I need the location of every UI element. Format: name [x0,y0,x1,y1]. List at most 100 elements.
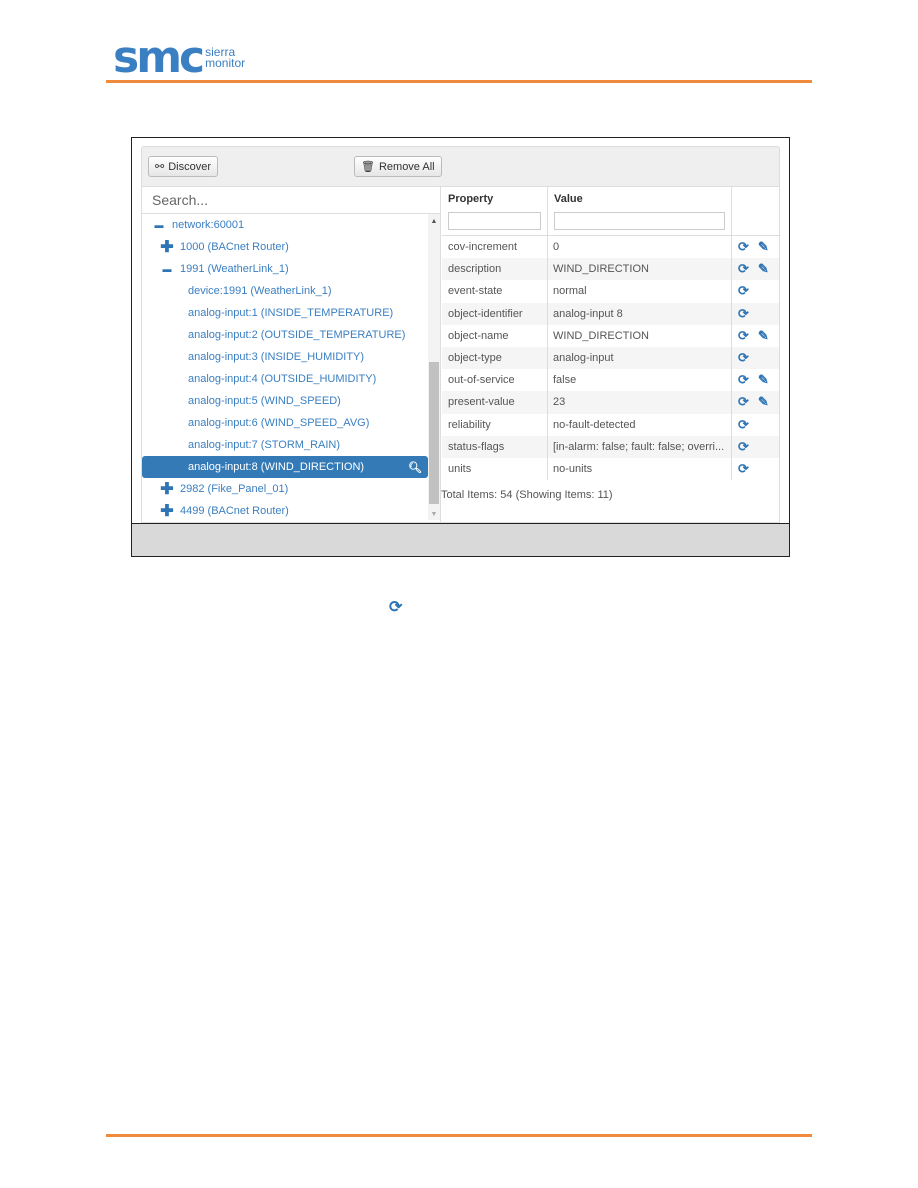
property-cell: reliability [442,413,548,436]
value-cell: normal [548,280,732,303]
table-row: units no-units ⟳ [442,457,779,481]
tree-item[interactable]: ✚ 4499 (BACnet Router) [142,500,428,522]
pencil-icon[interactable]: ✎ [758,239,769,255]
property-cell: status-flags [442,435,548,458]
value-cell: 23 [548,391,732,414]
refresh-icon[interactable]: ⟳ [738,261,749,277]
value-cell: WIND_DIRECTION [548,258,732,281]
value-cell: no-fault-detected [548,413,732,436]
expand-icon[interactable]: ✚ [160,479,174,499]
property-cell: object-type [442,346,548,370]
table-row: event-state normal ⟳ [442,280,779,303]
pencil-icon[interactable]: ✎ [758,394,769,410]
discover-button[interactable]: ⚯ Discover [148,156,219,177]
tree-item-label: 1991 (WeatherLink_1) [180,263,289,275]
property-cell: cov-increment [442,236,548,259]
table-row: description WIND_DIRECTION ⟳ ✎ [442,258,779,281]
screenshot-frame: ⚯ Discover 🗑 Remove All Search... ▬ network… [131,137,790,557]
footer-rule [106,1134,812,1137]
pencil-icon[interactable]: ✎ [758,261,769,277]
table-row: object-identifier analog-input 8 ⟳ [442,302,779,325]
tree-item-label: analog-input:4 (OUTSIDE_HUMIDITY) [188,373,377,385]
property-cell: out-of-service [442,369,548,392]
property-cell: event-state [442,280,548,303]
property-cell: present-value [442,391,548,414]
refresh-icon[interactable]: ⟳ [738,306,749,322]
property-cell: units [442,457,548,481]
property-cell: description [442,258,548,281]
tree-item[interactable]: ▬ 1991 (WeatherLink_1) [142,258,428,280]
tree-item[interactable]: analog-input:6 (WIND_SPEED_AVG) [142,412,428,434]
refresh-icon[interactable]: ⟳ [738,328,749,344]
tree-item[interactable]: device:1991 (WeatherLink_1) [142,280,428,302]
tree-item[interactable]: analog-input:3 (INSIDE_HUMIDITY) [142,346,428,368]
refresh-icon[interactable]: ⟳ [738,350,749,366]
property-cell: object-name [442,324,548,347]
refresh-icon[interactable]: ⟳ [738,461,749,477]
table-row: cov-increment 0 ⟳ ✎ [442,236,779,259]
expand-icon[interactable]: ✚ [160,237,174,257]
refresh-icon[interactable]: ⟳ [738,394,749,410]
toolbar: ⚯ Discover 🗑 Remove All [141,146,780,186]
scrollbar-thumb[interactable] [429,362,439,504]
total-items: Total Items: 54 (Showing Items: 11) [441,489,613,502]
remove-all-button[interactable]: 🗑 Remove All [354,156,442,177]
smc-logo: smc sierra monitor [113,32,246,83]
expand-icon[interactable]: ✚ [160,501,174,521]
device-tree: Search... ▬ network:60001 ✚ 1000 (BACnet Ro… [142,187,441,522]
tree-item-label: 2982 (Fike_Panel_01) [180,483,289,495]
tree-item[interactable]: analog-input:1 (INSIDE_TEMPERATURE) [142,302,428,324]
search-input[interactable]: Search... [142,187,441,214]
refresh-icon[interactable]: ⟳ [738,372,749,388]
search-icon[interactable]: 🔍︎ [408,461,422,474]
refresh-icon[interactable]: ⟳ [738,417,749,433]
tree-item[interactable]: analog-input:4 (OUTSIDE_HUMIDITY) [142,368,428,390]
value-header: Value [548,187,732,235]
tree-item[interactable]: analog-input:7 (STORM_RAIN) [142,434,428,456]
pencil-icon[interactable]: ✎ [758,328,769,344]
refresh-icon[interactable]: ⟳ [738,283,749,299]
tree-item[interactable]: analog-input:8 (WIND_DIRECTION) 🔍︎ [142,456,428,478]
tree-item-label: 4499 (BACnet Router) [180,505,289,517]
value-cell: 0 [548,236,732,259]
value-cell: [in-alarm: false; fault: false; overri..… [548,435,732,458]
collapse-icon[interactable]: ▬ [160,264,174,274]
tree-item[interactable]: ▬ network:60001 [142,214,428,236]
header-rule [106,80,812,83]
tree-item-label: device:1991 (WeatherLink_1) [188,285,332,297]
pencil-icon[interactable]: ✎ [758,372,769,388]
tree-item-label: network:60001 [172,219,245,231]
tree-item-label: 1000 (BACnet Router) [180,241,289,253]
refresh-icon[interactable]: ⟳ [738,239,749,255]
value-filter[interactable] [554,212,725,230]
refresh-icon: ⟳ [389,599,403,616]
tree-item[interactable]: analog-input:5 (WIND_SPEED) [142,390,428,412]
value-cell: analog-input 8 [548,302,732,325]
tree-item-label: analog-input:6 (WIND_SPEED_AVG) [188,417,370,429]
tree-item-label: analog-input:8 (WIND_DIRECTION) [188,461,365,473]
value-cell: analog-input [548,346,732,370]
tree-item-label: analog-input:7 (STORM_RAIN) [188,439,341,451]
tree-scrollbar[interactable]: ▲ ▼ [428,214,440,520]
binoculars-icon: ⚯ [155,161,165,173]
tree-item[interactable]: ✚ 1000 (BACnet Router) [142,236,428,258]
property-header: Property [442,187,548,235]
table-row: object-name WIND_DIRECTION ⟳ ✎ [442,324,779,347]
refresh-icon[interactable]: ⟳ [738,439,749,455]
table-row: present-value 23 ⟳ ✎ [442,391,779,414]
tree-item-label: analog-input:1 (INSIDE_TEMPERATURE) [188,307,394,319]
value-cell: false [548,369,732,392]
table-row: reliability no-fault-detected ⟳ [442,413,779,436]
tree-item[interactable]: analog-input:2 (OUTSIDE_TEMPERATURE) [142,324,428,346]
tree-item-label: analog-input:5 (WIND_SPEED) [188,395,341,407]
value-cell: no-units [548,457,732,481]
properties-table: Property Value cov-increment 0 ⟳ ✎ descripti… [441,187,779,502]
table-row: status-flags [in-alarm: false; fault: fal… [442,435,779,458]
tree-item[interactable]: ✚ 2982 (Fike_Panel_01) [142,478,428,500]
property-filter[interactable] [448,212,541,230]
property-cell: object-identifier [442,302,548,325]
collapse-icon[interactable]: ▬ [152,220,166,230]
value-cell: WIND_DIRECTION [548,324,732,347]
table-row: out-of-service false ⟳ ✎ [442,369,779,392]
trash-icon: 🗑 [361,161,375,173]
